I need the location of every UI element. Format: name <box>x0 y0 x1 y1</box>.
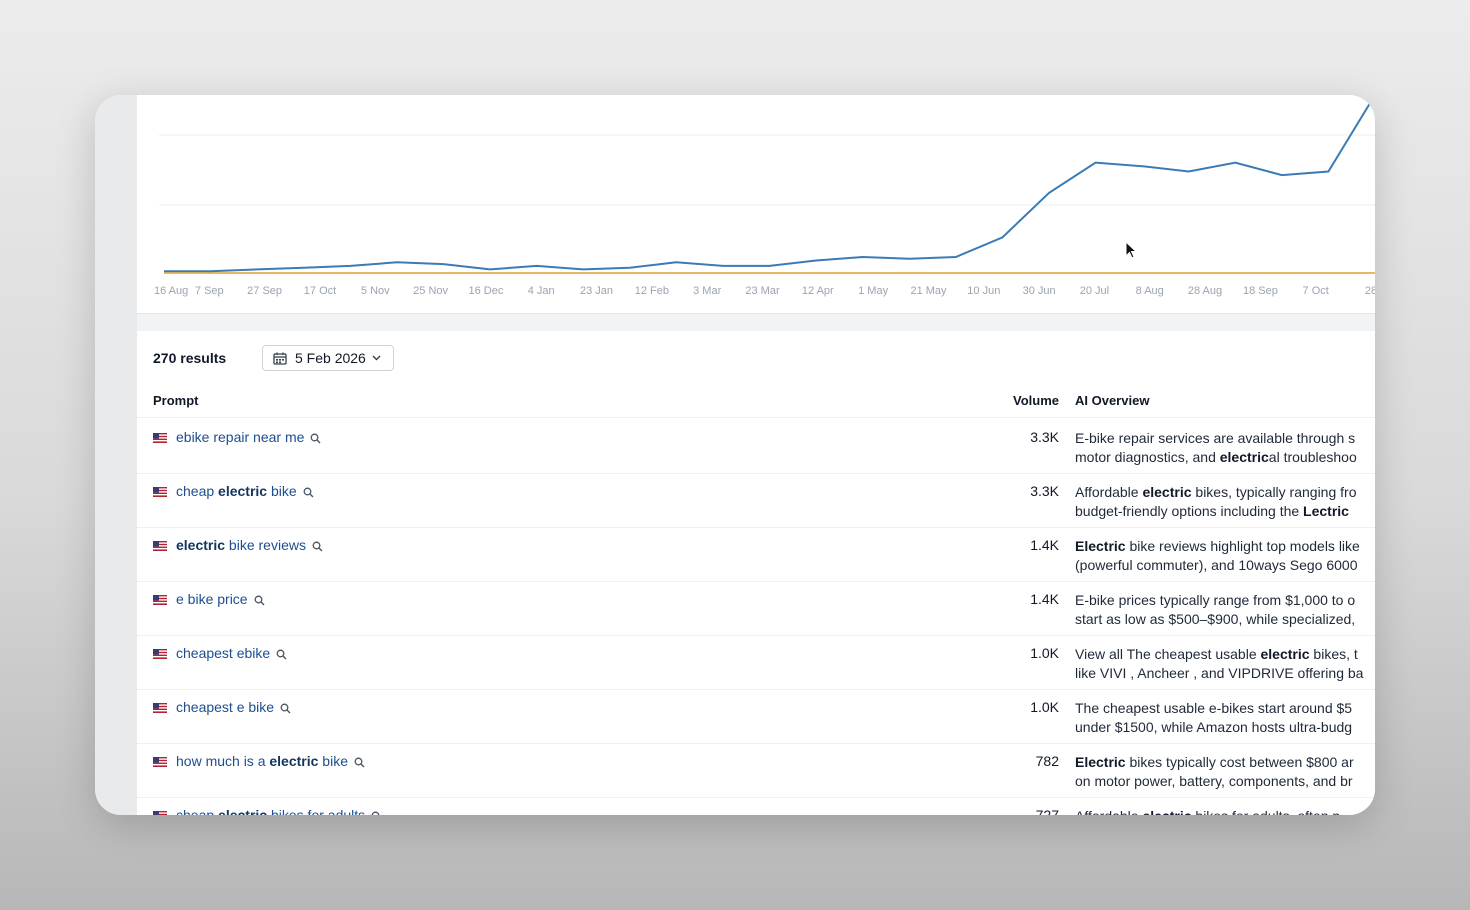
column-header-ai-overview[interactable]: AI Overview <box>1075 393 1149 408</box>
x-axis-tick-label: 10 Jun <box>967 285 1000 297</box>
table-row[interactable]: how much is a electric bike 782 Electric b… <box>137 743 1375 798</box>
ai-overview-text: Affordable electric bikes for adults, of… <box>1075 807 1375 815</box>
table-row[interactable]: cheap electric bike 3.3K Affordable electr… <box>137 473 1375 528</box>
search-icon[interactable] <box>354 757 365 768</box>
search-icon[interactable] <box>280 703 291 714</box>
x-axis-tick-label: 17 Oct <box>304 285 336 297</box>
us-flag-icon <box>153 541 167 551</box>
search-icon[interactable] <box>276 649 287 660</box>
us-flag-icon <box>153 703 167 713</box>
mouse-cursor-icon <box>1125 241 1138 259</box>
ai-overview-text: Electric bike reviews highlight top mode… <box>1075 538 1360 573</box>
table-header: Prompt Volume AI Overview <box>137 383 1375 418</box>
table-row[interactable]: electric bike reviews 1.4K Electric bike r… <box>137 527 1375 582</box>
chart-series-line <box>164 95 1375 273</box>
volume-value: 1.0K <box>1030 699 1059 715</box>
search-icon[interactable] <box>310 433 321 444</box>
ai-overview-text: The cheapest usable e-bikes start around… <box>1075 700 1353 735</box>
volume-value: 782 <box>1035 753 1059 769</box>
results-toolbar: 270 results 5 Feb 2026 <box>153 345 394 371</box>
x-axis-tick-label: 23 Jan <box>580 285 613 297</box>
search-icon[interactable] <box>254 595 265 606</box>
ai-overview-text: Electric bikes typically cost between $8… <box>1075 754 1354 789</box>
x-axis-tick-label: 8 Aug <box>1136 285 1164 297</box>
prompt-link[interactable]: e bike price <box>176 591 265 607</box>
x-axis-tick-label: 28 <box>1365 285 1375 297</box>
table-row[interactable]: cheap electric bikes for adults 727 Afford… <box>137 797 1375 815</box>
x-axis-tick-label: 12 Apr <box>802 285 834 297</box>
us-flag-icon <box>153 757 167 767</box>
x-axis-tick-label: 5 Nov <box>361 285 390 297</box>
volume-value: 1.4K <box>1030 537 1059 553</box>
x-axis-tick-label: 28 Aug <box>1188 285 1222 297</box>
prompt-link[interactable]: how much is a electric bike <box>176 753 365 769</box>
x-axis-tick-label: 27 Sep <box>247 285 282 297</box>
volume-value: 727 <box>1035 807 1059 815</box>
table-row[interactable]: e bike price 1.4K E-bike prices typically … <box>137 581 1375 636</box>
column-header-volume[interactable]: Volume <box>1013 393 1059 408</box>
x-axis-tick-label: 16 Aug <box>154 285 188 297</box>
left-sidebar-rail <box>95 95 137 815</box>
prompt-link[interactable]: cheap electric bikes for adults <box>176 807 382 815</box>
trend-chart-card: 16 Aug 7 Sep 27 Sep 17 Oct 5 Nov 25 Nov 16 Dec… <box>137 95 1375 314</box>
ai-overview-text: E-bike prices typically range from $1,00… <box>1075 592 1356 627</box>
column-header-prompt[interactable]: Prompt <box>153 393 199 408</box>
ai-overview-text: View all The cheapest usable electric bi… <box>1075 646 1364 681</box>
ai-overview-text: Affordable electric bikes, typically ran… <box>1075 484 1357 519</box>
x-axis-tick-label: 12 Feb <box>635 285 669 297</box>
x-axis-tick-label: 16 Dec <box>468 285 503 297</box>
search-icon[interactable] <box>312 541 323 552</box>
x-axis-tick-label: 1 May <box>858 285 888 297</box>
table-row[interactable]: cheapest e bike 1.0K The cheapest usable e… <box>137 689 1375 744</box>
app-window: 16 Aug 7 Sep 27 Sep 17 Oct 5 Nov 25 Nov 16 Dec… <box>95 95 1375 815</box>
volume-value: 3.3K <box>1030 429 1059 445</box>
prompt-link[interactable]: ebike repair near me <box>176 429 321 445</box>
x-axis-tick-label: 7 Oct <box>1303 285 1329 297</box>
date-picker-button[interactable]: 5 Feb 2026 <box>262 345 394 371</box>
calendar-icon <box>273 352 287 365</box>
x-axis-tick-label: 21 May <box>910 285 947 297</box>
results-panel: 270 results 5 Feb 2026 Prompt Volume AI … <box>137 331 1375 815</box>
volume-value: 3.3K <box>1030 483 1059 499</box>
volume-value: 1.4K <box>1030 591 1059 607</box>
x-axis-tick-label: 4 Jan <box>528 285 555 297</box>
table-row[interactable]: ebike repair near me 3.3K E-bike repair se… <box>137 419 1375 474</box>
prompt-link[interactable]: cheapest e bike <box>176 699 291 715</box>
volume-value: 1.0K <box>1030 645 1059 661</box>
search-icon[interactable] <box>303 487 314 498</box>
us-flag-icon <box>153 487 167 497</box>
x-axis-tick-label: 23 Mar <box>745 285 780 297</box>
chevron-down-icon <box>372 355 381 361</box>
results-count: 270 results <box>153 350 227 366</box>
x-axis-tick-label: 30 Jun <box>1023 285 1056 297</box>
x-axis-tick-label: 20 Jul <box>1080 285 1109 297</box>
search-icon[interactable] <box>371 811 382 815</box>
x-axis-tick-label: 25 Nov <box>413 285 448 297</box>
prompt-link[interactable]: electric bike reviews <box>176 537 323 553</box>
x-axis-tick-label: 7 Sep <box>195 285 224 297</box>
us-flag-icon <box>153 649 167 659</box>
prompt-link[interactable]: cheap electric bike <box>176 483 314 499</box>
x-axis-tick-label: 3 Mar <box>693 285 721 297</box>
prompt-link[interactable]: cheapest ebike <box>176 645 287 661</box>
us-flag-icon <box>153 433 167 443</box>
table-row[interactable]: cheapest ebike 1.0K View all The cheapest … <box>137 635 1375 690</box>
trend-chart: 16 Aug 7 Sep 27 Sep 17 Oct 5 Nov 25 Nov 16 Dec… <box>154 95 1375 297</box>
ai-overview-text: E-bike repair services are available thr… <box>1075 430 1357 465</box>
us-flag-icon <box>153 595 167 605</box>
us-flag-icon <box>153 811 167 815</box>
x-axis-tick-label: 18 Sep <box>1243 285 1278 297</box>
date-picker-label: 5 Feb 2026 <box>295 350 366 366</box>
